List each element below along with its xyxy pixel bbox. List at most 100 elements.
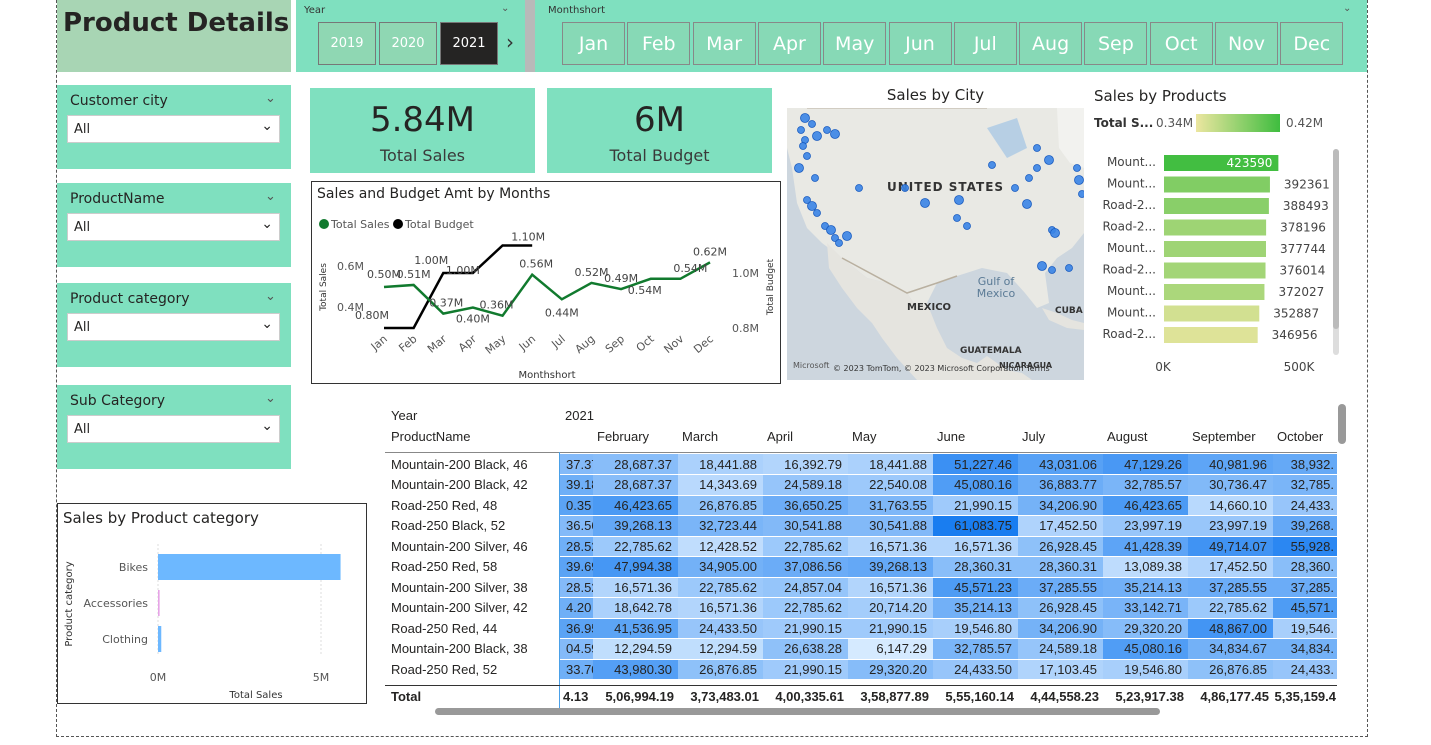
- table-cell: 14,660.10: [1188, 495, 1273, 516]
- table-cell: 16,571.36: [678, 597, 763, 619]
- x-tick-label: Apr: [456, 332, 479, 354]
- chevron-down-icon[interactable]: ⌄: [265, 289, 276, 304]
- city-bubble: [855, 184, 863, 192]
- row-header: Mountain-200 Silver, 38: [385, 577, 560, 598]
- chevron-right-icon[interactable]: ›: [506, 30, 514, 54]
- column-header-october[interactable]: October: [1277, 429, 1323, 444]
- total-value: 4,00,335.61: [775, 689, 844, 704]
- map-city-bubbles: [794, 113, 1084, 274]
- month-button-jul[interactable]: Jul: [953, 22, 1017, 65]
- city-bubble: [835, 239, 843, 247]
- column-header-june[interactable]: June: [937, 429, 965, 444]
- product-category-dropdown[interactable]: All ⌄: [67, 313, 280, 341]
- table-cell: 18,642.78: [593, 597, 678, 619]
- total-budget-card: 6M Total Budget: [547, 88, 772, 173]
- table-row[interactable]: Mountain-200 Black, 4637.3728,687.3718,4…: [385, 454, 1337, 475]
- year-button-2021[interactable]: 2021: [440, 22, 498, 65]
- table-cell: 38,932.: [1273, 454, 1337, 475]
- column-header-may[interactable]: May: [852, 429, 877, 444]
- year-button-2019[interactable]: 2019: [318, 22, 376, 65]
- sales-by-city-map[interactable]: UNITED STATES MEXICO Gulf of Mexico CUBA…: [787, 108, 1084, 380]
- map-copyright: © 2023 TomTom, © 2023 Microsoft Corporat…: [833, 364, 1050, 373]
- table-row[interactable]: Road-250 Red, 5839.6947,994.3834,905.003…: [385, 556, 1337, 578]
- month-button-sep[interactable]: Sep: [1084, 22, 1148, 65]
- table-cell: 16,392.79: [763, 454, 848, 475]
- column-header-august[interactable]: August: [1107, 429, 1147, 444]
- sales-data-label: 0.40M: [456, 313, 490, 326]
- table-cell: 39.69: [560, 556, 593, 578]
- row-header: Road-250 Red, 44: [385, 618, 560, 639]
- total-sales-card: 5.84M Total Sales: [310, 88, 535, 173]
- table-row[interactable]: Road-250 Black, 5236.5639,268.1332,723.4…: [385, 515, 1337, 537]
- table-cell: 18,441.88: [678, 454, 763, 475]
- column-header-july[interactable]: July: [1022, 429, 1045, 444]
- city-bubble: [1037, 261, 1047, 271]
- table-cell: 21,990.15: [763, 659, 848, 680]
- month-button-aug[interactable]: Aug: [1019, 22, 1083, 65]
- city-bubble: [808, 120, 816, 128]
- total-value: 4.13: [563, 689, 589, 704]
- table-cell: 26,876.85: [678, 659, 763, 680]
- table-cell: 36,650.25: [763, 495, 848, 516]
- product-name-dropdown[interactable]: All ⌄: [67, 213, 280, 241]
- table-cell: 22,540.08: [848, 474, 933, 496]
- city-bubble: [1050, 228, 1060, 238]
- y2-axis-title: Total Budget: [766, 258, 776, 316]
- x-axis-title: Monthshort: [518, 370, 575, 381]
- chevron-down-icon[interactable]: ⌄: [501, 3, 509, 14]
- table-cell: 17,452.50: [1188, 556, 1273, 578]
- table-cell: 28,360.31: [1018, 556, 1103, 578]
- table-row[interactable]: Mountain-200 Silver, 42 4.20 18,642.78 16,5…: [385, 597, 1337, 619]
- chevron-down-icon[interactable]: ⌄: [1343, 3, 1351, 14]
- column-header-april[interactable]: April: [767, 429, 793, 444]
- city-bubble: [842, 231, 852, 241]
- table-cell: 04.59: [560, 638, 593, 660]
- city-bubble: [807, 201, 817, 211]
- column-header-february[interactable]: February: [597, 429, 649, 444]
- month-button-apr[interactable]: Apr: [757, 22, 821, 65]
- city-bubble: [1044, 155, 1054, 165]
- table-cell: 32,785.57: [1103, 474, 1188, 496]
- month-button-nov[interactable]: Nov: [1215, 22, 1278, 65]
- customer-city-dropdown[interactable]: All ⌄: [67, 115, 280, 143]
- y-axis-title: Total Sales: [319, 263, 329, 312]
- table-cell: 23,997.19: [1103, 515, 1188, 537]
- month-button-may[interactable]: May: [823, 22, 887, 65]
- matrix-vertical-scrollbar[interactable]: [1338, 404, 1346, 444]
- table-cell: 26,928.45: [1018, 536, 1103, 557]
- chevron-down-icon[interactable]: ⌄: [265, 91, 276, 106]
- month-button-jan[interactable]: Jan: [562, 22, 625, 65]
- sub-category-dropdown[interactable]: All ⌄: [67, 415, 280, 443]
- table-row[interactable]: Mountain-200 Black, 3804.5912,294.5912,2…: [385, 638, 1337, 660]
- column-header-march[interactable]: March: [682, 429, 718, 444]
- table-row[interactable]: Road-250 Red, 4436.9541,536.9524,433.502…: [385, 618, 1337, 639]
- map-title: Sales by City: [886, 86, 985, 104]
- table-cell: 26,928.45: [1018, 597, 1103, 619]
- scrollbar-track[interactable]: [1333, 149, 1339, 355]
- month-button-mar[interactable]: Mar: [692, 22, 756, 65]
- table-cell: 24,433.50: [678, 618, 763, 639]
- table-cell: 14,343.69: [678, 474, 763, 496]
- table-row[interactable]: Mountain-200 Black, 4239.1828,687.3714,3…: [385, 474, 1337, 496]
- table-cell: 35,214.13: [1103, 577, 1188, 598]
- column-header-september[interactable]: September: [1192, 429, 1256, 444]
- table-cell: 34,905.00: [678, 556, 763, 578]
- month-button-oct[interactable]: Oct: [1149, 22, 1213, 65]
- table-cell: 45,080.16: [933, 474, 1018, 496]
- chevron-down-icon[interactable]: ⌄: [265, 391, 276, 406]
- table-cell: 17,452.50: [1018, 515, 1103, 537]
- table-cell: 13,089.38: [1103, 556, 1188, 578]
- year-button-2020[interactable]: 2020: [379, 22, 437, 65]
- table-cell: 22,785.62: [763, 597, 848, 619]
- table-row[interactable]: Road-250 Red, 5233.7043,980.3026,876.852…: [385, 659, 1337, 680]
- table-row[interactable]: Road-250 Red, 48 0.35 46,423.65 26,876.85 36…: [385, 495, 1337, 516]
- scrollbar-thumb[interactable]: [1333, 149, 1339, 329]
- month-button-jun[interactable]: Jun: [888, 22, 952, 65]
- month-button-dec[interactable]: Dec: [1280, 22, 1344, 65]
- table-row[interactable]: Mountain-200 Silver, 3828.5216,571.3622,…: [385, 577, 1337, 598]
- table-cell: 37,086.56: [763, 556, 848, 578]
- month-button-feb[interactable]: Feb: [627, 22, 691, 65]
- table-row[interactable]: Mountain-200 Silver, 4628.5222,785.6212,…: [385, 536, 1337, 557]
- matrix-horizontal-scrollbar[interactable]: [435, 708, 1160, 715]
- chevron-down-icon[interactable]: ⌄: [265, 189, 276, 204]
